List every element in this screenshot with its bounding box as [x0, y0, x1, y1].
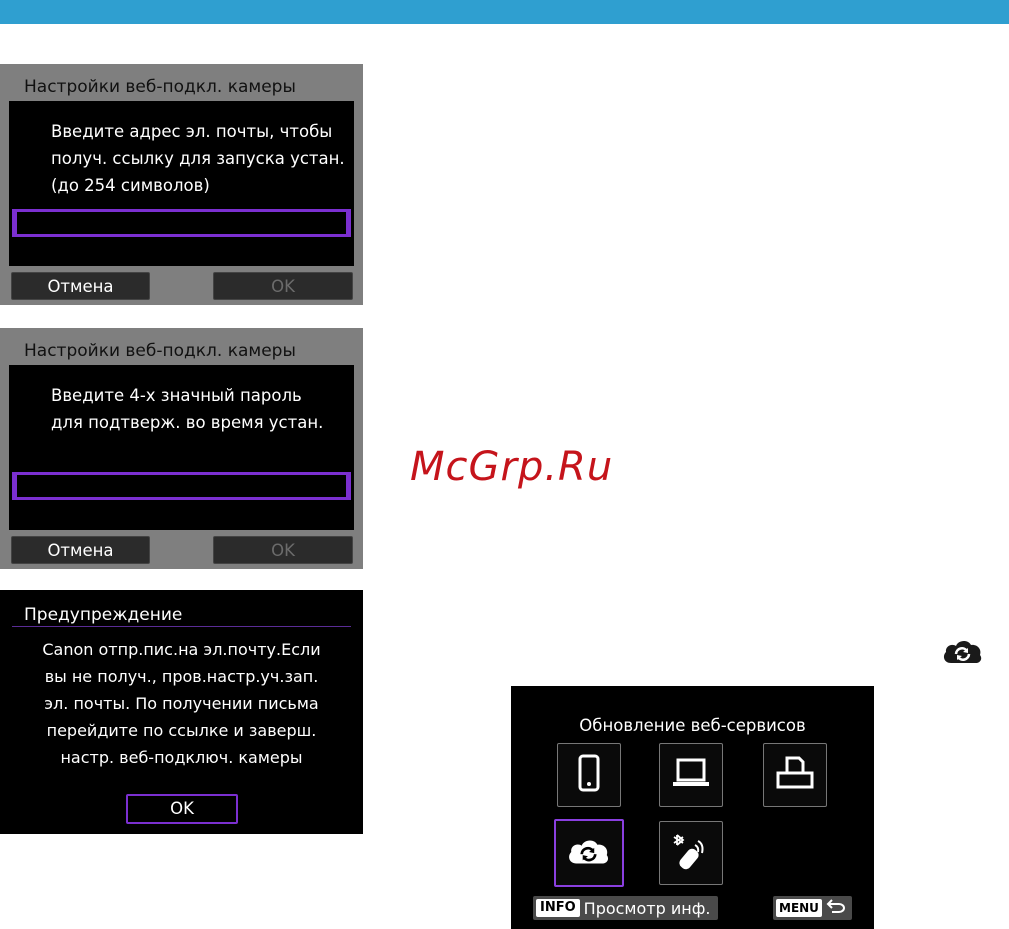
smartphone-tile[interactable]	[557, 743, 621, 807]
divider	[12, 626, 351, 627]
dialog-message: Введите адрес эл. почты, чтобы получ. сс…	[51, 122, 345, 195]
computer-tile[interactable]	[659, 743, 723, 807]
watermark-text: McGrp.Ru	[410, 444, 614, 490]
screen-title: Обновление веб-сервисов	[579, 716, 806, 735]
warning-title: Предупреждение	[24, 605, 183, 625]
info-button[interactable]: INFO Просмотр инф.	[533, 896, 719, 920]
ok-button[interactable]: OK	[126, 794, 238, 824]
email-input[interactable]	[12, 209, 351, 237]
return-arrow-icon	[826, 898, 846, 918]
printer-tile[interactable]	[763, 743, 827, 807]
web-service-cloud-icon	[941, 636, 985, 666]
dialog-box: Введите адрес эл. почты, чтобы получ. сс…	[9, 101, 354, 266]
dialog-box: Введите 4-х значный пароль для подтверж.…	[9, 365, 354, 530]
web-service-tile[interactable]	[554, 819, 624, 887]
email-entry-screen: Настройки веб-подкл. камеры Введите адре…	[0, 64, 363, 305]
warning-message: Canon отпр.пис.на эл.почту.Если вы не по…	[42, 640, 321, 767]
web-service-update-screen: Обновление веб-сервисов INFO Просмотр ин…	[511, 686, 874, 929]
computer-icon	[671, 757, 711, 793]
info-label: Просмотр инф.	[583, 898, 711, 918]
menu-key: MENU	[776, 899, 822, 917]
screen-title: Настройки веб-подкл. камеры	[24, 77, 296, 97]
warning-screen: Предупреждение Canon отпр.пис.на эл.почт…	[0, 590, 363, 834]
bluetooth-remote-tile[interactable]	[659, 821, 723, 885]
password-entry-screen: Настройки веб-подкл. камеры Введите 4-х …	[0, 328, 363, 569]
smartphone-icon	[578, 754, 600, 796]
ok-button[interactable]: OK	[213, 536, 353, 564]
bluetooth-remote-icon	[671, 831, 711, 875]
info-key: INFO	[536, 899, 580, 917]
screen-title: Настройки веб-подкл. камеры	[24, 341, 296, 361]
printer-icon	[775, 755, 815, 795]
dialog-message: Введите 4-х значный пароль для подтверж.…	[51, 386, 324, 432]
menu-back-button[interactable]: MENU	[773, 896, 852, 920]
web-service-cloud-icon	[566, 835, 612, 871]
password-input[interactable]	[12, 472, 351, 500]
cancel-button[interactable]: Отмена	[11, 272, 150, 300]
cancel-button[interactable]: Отмена	[11, 536, 150, 564]
top-color-bar	[0, 0, 1009, 24]
ok-button[interactable]: OK	[213, 272, 353, 300]
